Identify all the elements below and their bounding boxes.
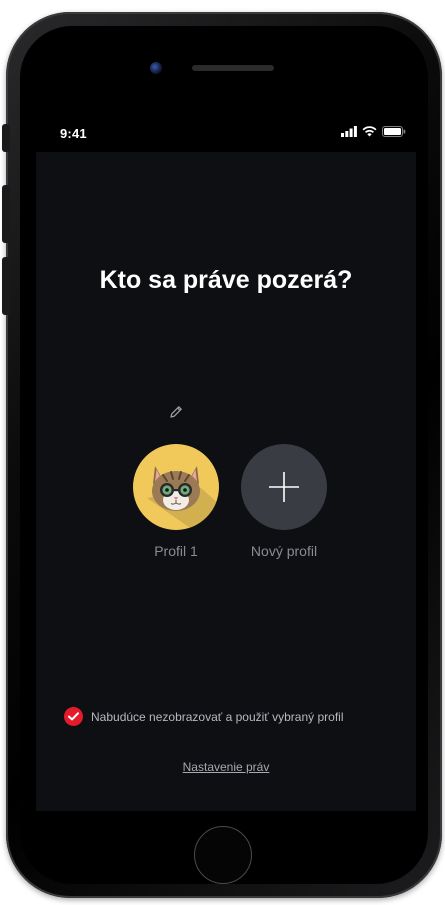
profile-label: Profil 1 <box>154 543 198 559</box>
avatar[interactable] <box>133 444 219 530</box>
battery-icon <box>382 126 406 137</box>
status-time: 9:41 <box>60 126 87 141</box>
volume-up-button <box>2 185 10 243</box>
checkmark-icon <box>68 712 79 721</box>
checkbox-label: Nabudúce nezobrazovať a použiť vybraný p… <box>91 709 344 724</box>
cat-with-glasses-icon <box>147 466 219 530</box>
volume-down-button <box>2 257 10 315</box>
silent-switch <box>2 124 10 152</box>
phone-screen: 9:41 Kto sa práve pozerá? Profil 1 Nový … <box>36 114 416 811</box>
add-profile-button[interactable] <box>241 444 327 530</box>
page-title: Kto sa práve pozerá? <box>99 266 353 294</box>
add-profile-label: Nový profil <box>250 543 318 559</box>
add-profile-item[interactable]: Nový profil <box>229 444 339 559</box>
status-bar: 9:41 <box>36 114 416 152</box>
earpiece-speaker <box>192 65 274 71</box>
profile-item-1[interactable]: Profil 1 <box>121 444 231 559</box>
plus-icon <box>269 472 299 502</box>
permissions-settings-link[interactable]: Nastavenie práv <box>36 760 416 774</box>
front-camera <box>150 62 162 74</box>
profile-picker: Kto sa práve pozerá? Profil 1 Nový profi… <box>36 152 416 811</box>
pencil-icon[interactable] <box>168 404 184 420</box>
remember-profile-checkbox[interactable]: Nabudúce nezobrazovať a použiť vybraný p… <box>64 707 343 726</box>
checkbox-checked-icon[interactable] <box>64 707 83 726</box>
signal-icon <box>341 126 357 137</box>
status-icons <box>341 126 406 137</box>
wifi-icon <box>362 126 377 137</box>
home-button[interactable] <box>194 826 252 884</box>
